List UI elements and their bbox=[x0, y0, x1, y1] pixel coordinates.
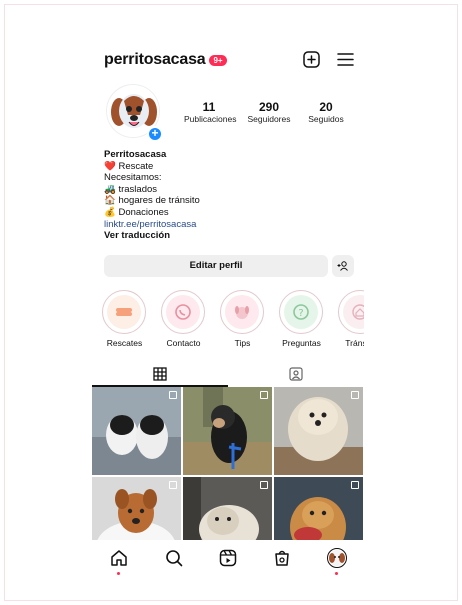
menu-icon[interactable] bbox=[336, 50, 354, 68]
profile-actions: Editar perfil bbox=[104, 255, 354, 277]
post-thumbnail[interactable] bbox=[274, 387, 363, 475]
posts-grid bbox=[92, 387, 364, 565]
highlight-transito[interactable]: Tránsito bbox=[338, 290, 364, 352]
post-thumbnail[interactable] bbox=[92, 387, 181, 475]
discover-people-button[interactable] bbox=[332, 255, 354, 277]
see-translation-link[interactable]: Ver traducción bbox=[104, 230, 354, 242]
add-person-icon bbox=[337, 261, 348, 271]
highlight-label: Contacto bbox=[166, 338, 201, 348]
whatsapp-icon bbox=[175, 304, 191, 320]
bio-link[interactable]: linktr.ee/perritosacasa bbox=[104, 219, 354, 231]
followers-count: 290 bbox=[258, 100, 280, 114]
display-name: Perritosacasa bbox=[104, 149, 167, 160]
multiple-photos-icon bbox=[351, 481, 359, 489]
following-stat[interactable]: 20 Seguidos bbox=[304, 100, 348, 124]
highlight-label: Tránsito bbox=[345, 338, 364, 348]
bottom-navigation bbox=[92, 540, 364, 575]
nav-shop[interactable] bbox=[271, 547, 293, 569]
story-highlights: Rescates Contacto Tips ? Preguntas Tráns… bbox=[102, 290, 364, 352]
bio-line: 💰 Donaciones bbox=[104, 206, 169, 218]
bio-line: ❤️ Rescate bbox=[104, 160, 154, 172]
multiple-photos-icon bbox=[260, 481, 268, 489]
notification-dot bbox=[334, 571, 338, 575]
dog-icon bbox=[235, 306, 249, 319]
highlight-preguntas[interactable]: ? Preguntas bbox=[279, 290, 324, 352]
nav-profile[interactable] bbox=[326, 547, 348, 575]
multiple-photos-icon bbox=[169, 391, 177, 399]
multiple-photos-icon bbox=[351, 391, 359, 399]
followers-label: Seguidores bbox=[247, 114, 291, 124]
reels-icon bbox=[219, 549, 237, 566]
profile-avatar-icon bbox=[326, 547, 347, 568]
highlight-label: Preguntas bbox=[282, 338, 321, 348]
grid-icon bbox=[153, 367, 167, 381]
profile-stats: 11 Publicaciones 290 Seguidores 20 Segui… bbox=[184, 100, 348, 124]
following-count: 20 bbox=[319, 100, 333, 114]
notification-badge[interactable]: 9+ bbox=[209, 54, 227, 66]
followers-stat[interactable]: 290 Seguidores bbox=[242, 100, 296, 124]
tab-tagged[interactable] bbox=[228, 363, 364, 385]
nav-search[interactable] bbox=[163, 547, 185, 569]
highlight-contacto[interactable]: Contacto bbox=[161, 290, 206, 352]
nav-reels[interactable] bbox=[217, 547, 239, 569]
profile-bio: Perritosacasa ❤️ Rescate Necesitamos: 🚜 … bbox=[104, 149, 354, 242]
home-icon bbox=[111, 549, 127, 566]
highlight-label: Tips bbox=[234, 338, 251, 348]
posts-count: 11 bbox=[202, 100, 216, 114]
profile-tabs bbox=[92, 363, 364, 385]
instagram-profile-screen: perritosacasa 9+ + 11 Publicaciones 290 … bbox=[92, 40, 364, 575]
bio-line: 🏠 hogares de tránsito bbox=[104, 195, 200, 207]
profile-header: perritosacasa 9+ bbox=[104, 50, 354, 70]
add-story-button[interactable]: + bbox=[147, 126, 163, 142]
bio-line: 🚜 traslados bbox=[104, 183, 158, 195]
svg-text:?: ? bbox=[298, 308, 303, 319]
search-icon bbox=[165, 549, 182, 566]
question-icon: ? bbox=[293, 304, 309, 320]
highlight-rescates[interactable]: Rescates bbox=[102, 290, 147, 352]
nav-home[interactable] bbox=[108, 547, 130, 575]
notification-dot bbox=[117, 571, 121, 575]
tagged-icon bbox=[289, 367, 303, 381]
post-thumbnail[interactable] bbox=[183, 387, 272, 475]
highlight-label: Rescates bbox=[106, 338, 143, 348]
bio-line: Necesitamos: bbox=[104, 172, 162, 184]
tab-grid[interactable] bbox=[92, 363, 228, 385]
posts-stat[interactable]: 11 Publicaciones bbox=[184, 100, 237, 124]
following-label: Seguidos bbox=[308, 114, 344, 124]
home-icon bbox=[352, 304, 364, 320]
bone-icon bbox=[116, 308, 132, 316]
multiple-photos-icon bbox=[260, 391, 268, 399]
posts-label: Publicaciones bbox=[184, 114, 237, 124]
new-post-icon[interactable] bbox=[302, 50, 320, 68]
shop-icon bbox=[275, 550, 290, 566]
multiple-photos-icon bbox=[169, 481, 177, 489]
username[interactable]: perritosacasa bbox=[104, 51, 206, 69]
highlight-tips[interactable]: Tips bbox=[220, 290, 265, 352]
edit-profile-button[interactable]: Editar perfil bbox=[104, 255, 328, 277]
